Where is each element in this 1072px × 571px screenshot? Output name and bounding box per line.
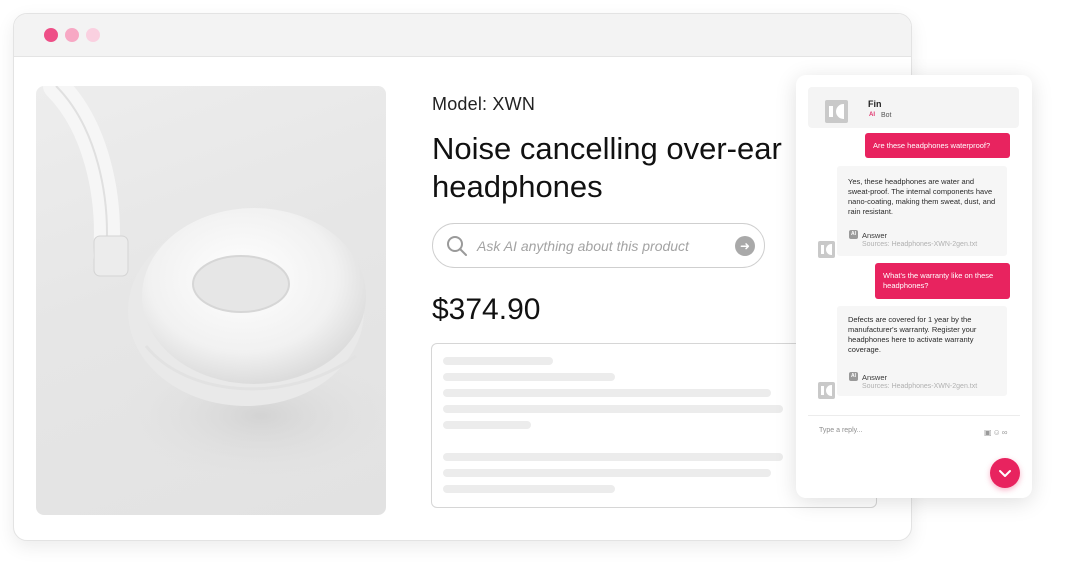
answer-sources[interactable]: Sources: Headphones-XWN-2gen.txt [862, 241, 977, 248]
answer-label: Answer [862, 373, 888, 382]
reply-tools: ▣☺∞ [984, 428, 1008, 437]
ai-answer-icon: AI [849, 230, 858, 239]
browser-window: Model: XWN Noise cancelling over-ear hea… [13, 13, 912, 541]
window-maximize-dot[interactable] [86, 28, 100, 42]
skeleton-line [443, 469, 771, 477]
answer-sources[interactable]: Sources: Headphones-XWN-2gen.txt [862, 383, 977, 390]
chevron-down-icon [999, 470, 1011, 477]
ai-badge: AI [869, 112, 875, 118]
skeleton-line [443, 485, 615, 493]
bot-message: Yes, these headphones are water and swea… [848, 177, 996, 216]
reply-input[interactable]: Type a reply... [819, 427, 862, 434]
window-titlebar [14, 14, 911, 57]
collapse-chat-button[interactable] [990, 458, 1020, 488]
skeleton-line [443, 453, 783, 461]
user-message: What's the warranty like on these headph… [875, 263, 1010, 299]
answer-label: Answer [862, 231, 888, 240]
product-price: $374.90 [432, 293, 541, 326]
bot-role: Bot [881, 112, 892, 119]
bot-message: Defects are covered for 1 year by the ma… [848, 315, 977, 354]
window-close-dot[interactable] [44, 28, 58, 42]
user-message: Are these headphones waterproof? [865, 133, 1010, 158]
headphones-illustration [43, 86, 386, 486]
bot-avatar-icon [818, 382, 835, 399]
skeleton-line [443, 421, 531, 429]
bot-name: Fin [868, 99, 882, 109]
product-model: Model: XWN [432, 94, 536, 114]
skeleton-line [443, 357, 553, 365]
product-image [36, 86, 386, 515]
window-minimize-dot[interactable] [65, 28, 79, 42]
search-icon [447, 236, 467, 256]
ai-answer-icon: AI [849, 372, 858, 381]
emoji-icon[interactable]: ☺ [993, 428, 1002, 437]
gif-icon[interactable]: ▣ [984, 428, 993, 437]
reply-divider [808, 415, 1020, 416]
bot-avatar-icon [818, 241, 835, 258]
ask-ai-search-bar[interactable]: Ask AI anything about this product ➜ [432, 223, 765, 268]
search-placeholder[interactable]: Ask AI anything about this product [477, 238, 689, 254]
submit-arrow-icon[interactable]: ➜ [735, 236, 755, 256]
skeleton-line [443, 389, 771, 397]
product-title: Noise cancelling over-ear headphones [432, 131, 782, 204]
attachment-icon[interactable]: ∞ [1002, 428, 1009, 437]
chat-widget: Fin AI Bot Are these headphones waterpro… [796, 75, 1032, 498]
fin-logo-icon [825, 100, 848, 123]
skeleton-line [443, 405, 783, 413]
skeleton-line [443, 373, 615, 381]
